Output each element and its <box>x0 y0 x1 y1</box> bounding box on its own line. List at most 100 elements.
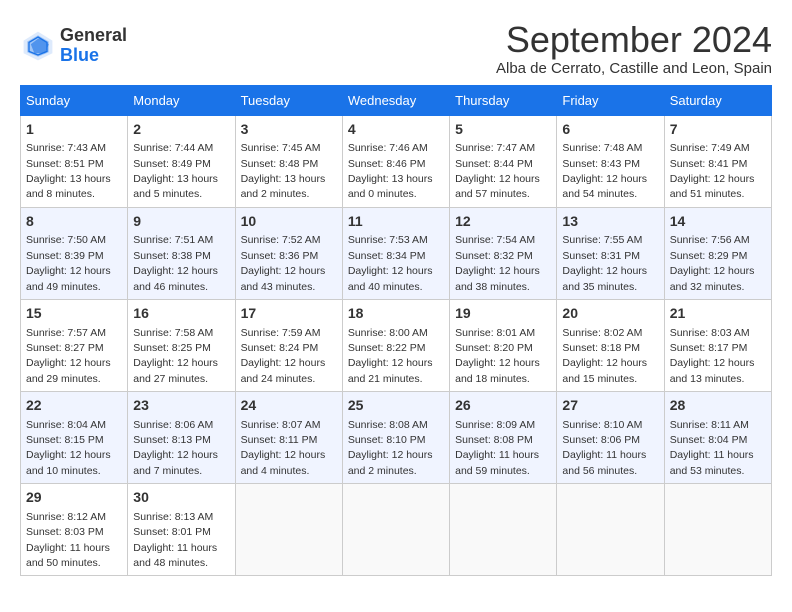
sunset-time: Sunset: 8:32 PM <box>455 250 533 262</box>
sunset-time: Sunset: 8:13 PM <box>133 434 211 446</box>
daylight-hours: Daylight: 12 hours and 38 minutes. <box>455 265 540 292</box>
calendar-cell: 22 Sunrise: 8:04 AM Sunset: 8:15 PM Dayl… <box>21 392 128 484</box>
calendar-cell: 3 Sunrise: 7:45 AM Sunset: 8:48 PM Dayli… <box>235 115 342 207</box>
month-title: September 2024 <box>496 20 772 60</box>
daylight-hours: Daylight: 12 hours and 54 minutes. <box>562 173 647 200</box>
day-number: 22 <box>26 396 122 416</box>
day-number: 29 <box>26 488 122 508</box>
sunrise-time: Sunrise: 7:59 AM <box>241 327 321 339</box>
calendar-cell: 19 Sunrise: 8:01 AM Sunset: 8:20 PM Dayl… <box>450 299 557 391</box>
calendar-cell: 25 Sunrise: 8:08 AM Sunset: 8:10 PM Dayl… <box>342 392 449 484</box>
sunrise-time: Sunrise: 8:08 AM <box>348 419 428 431</box>
col-wednesday: Wednesday <box>342 85 449 115</box>
calendar-cell: 18 Sunrise: 8:00 AM Sunset: 8:22 PM Dayl… <box>342 299 449 391</box>
day-number: 20 <box>562 304 658 324</box>
sunrise-time: Sunrise: 8:12 AM <box>26 511 106 523</box>
sunset-time: Sunset: 8:06 PM <box>562 434 640 446</box>
col-tuesday: Tuesday <box>235 85 342 115</box>
col-monday: Monday <box>128 85 235 115</box>
page-header: General Blue September 2024 Alba de Cerr… <box>20 20 772 77</box>
day-number: 5 <box>455 120 551 140</box>
day-number: 13 <box>562 212 658 232</box>
calendar-cell: 28 Sunrise: 8:11 AM Sunset: 8:04 PM Dayl… <box>664 392 771 484</box>
calendar-cell: 9 Sunrise: 7:51 AM Sunset: 8:38 PM Dayli… <box>128 207 235 299</box>
daylight-hours: Daylight: 12 hours and 24 minutes. <box>241 357 326 384</box>
sunset-time: Sunset: 8:49 PM <box>133 158 211 170</box>
calendar-week-row: 29 Sunrise: 8:12 AM Sunset: 8:03 PM Dayl… <box>21 484 772 576</box>
calendar-cell: 13 Sunrise: 7:55 AM Sunset: 8:31 PM Dayl… <box>557 207 664 299</box>
sunrise-time: Sunrise: 7:54 AM <box>455 234 535 246</box>
logo-blue: Blue <box>60 46 127 66</box>
sunset-time: Sunset: 8:36 PM <box>241 250 319 262</box>
sunset-time: Sunset: 8:51 PM <box>26 158 104 170</box>
sunset-time: Sunset: 8:43 PM <box>562 158 640 170</box>
daylight-hours: Daylight: 12 hours and 2 minutes. <box>348 449 433 476</box>
sunrise-time: Sunrise: 7:58 AM <box>133 327 213 339</box>
sunset-time: Sunset: 8:10 PM <box>348 434 426 446</box>
daylight-hours: Daylight: 11 hours and 56 minutes. <box>562 449 646 476</box>
calendar-cell: 21 Sunrise: 8:03 AM Sunset: 8:17 PM Dayl… <box>664 299 771 391</box>
calendar-cell: 11 Sunrise: 7:53 AM Sunset: 8:34 PM Dayl… <box>342 207 449 299</box>
daylight-hours: Daylight: 12 hours and 7 minutes. <box>133 449 218 476</box>
day-number: 28 <box>670 396 766 416</box>
calendar-cell <box>557 484 664 576</box>
sunset-time: Sunset: 8:39 PM <box>26 250 104 262</box>
daylight-hours: Daylight: 12 hours and 29 minutes. <box>26 357 111 384</box>
sunset-time: Sunset: 8:24 PM <box>241 342 319 354</box>
location: Alba de Cerrato, Castille and Leon, Spai… <box>496 60 772 77</box>
sunrise-time: Sunrise: 7:45 AM <box>241 142 321 154</box>
sunrise-time: Sunrise: 7:49 AM <box>670 142 750 154</box>
calendar-table: Sunday Monday Tuesday Wednesday Thursday… <box>20 85 772 577</box>
col-sunday: Sunday <box>21 85 128 115</box>
daylight-hours: Daylight: 12 hours and 32 minutes. <box>670 265 755 292</box>
day-number: 17 <box>241 304 337 324</box>
day-number: 12 <box>455 212 551 232</box>
logo-icon <box>20 28 56 64</box>
day-number: 2 <box>133 120 229 140</box>
day-number: 9 <box>133 212 229 232</box>
day-number: 10 <box>241 212 337 232</box>
daylight-hours: Daylight: 11 hours and 50 minutes. <box>26 542 110 569</box>
day-number: 15 <box>26 304 122 324</box>
col-saturday: Saturday <box>664 85 771 115</box>
sunrise-time: Sunrise: 8:01 AM <box>455 327 535 339</box>
day-number: 27 <box>562 396 658 416</box>
sunrise-time: Sunrise: 8:06 AM <box>133 419 213 431</box>
title-block: September 2024 Alba de Cerrato, Castille… <box>496 20 772 77</box>
day-number: 26 <box>455 396 551 416</box>
sunset-time: Sunset: 8:31 PM <box>562 250 640 262</box>
daylight-hours: Daylight: 12 hours and 18 minutes. <box>455 357 540 384</box>
sunrise-time: Sunrise: 7:46 AM <box>348 142 428 154</box>
calendar-cell <box>664 484 771 576</box>
sunset-time: Sunset: 8:41 PM <box>670 158 748 170</box>
calendar-week-row: 8 Sunrise: 7:50 AM Sunset: 8:39 PM Dayli… <box>21 207 772 299</box>
sunset-time: Sunset: 8:01 PM <box>133 526 211 538</box>
calendar-cell: 26 Sunrise: 8:09 AM Sunset: 8:08 PM Dayl… <box>450 392 557 484</box>
daylight-hours: Daylight: 13 hours and 2 minutes. <box>241 173 326 200</box>
daylight-hours: Daylight: 12 hours and 15 minutes. <box>562 357 647 384</box>
sunrise-time: Sunrise: 7:52 AM <box>241 234 321 246</box>
calendar-cell: 30 Sunrise: 8:13 AM Sunset: 8:01 PM Dayl… <box>128 484 235 576</box>
day-number: 1 <box>26 120 122 140</box>
daylight-hours: Daylight: 12 hours and 43 minutes. <box>241 265 326 292</box>
day-number: 21 <box>670 304 766 324</box>
sunset-time: Sunset: 8:15 PM <box>26 434 104 446</box>
calendar-week-row: 22 Sunrise: 8:04 AM Sunset: 8:15 PM Dayl… <box>21 392 772 484</box>
sunrise-time: Sunrise: 7:44 AM <box>133 142 213 154</box>
calendar-cell: 7 Sunrise: 7:49 AM Sunset: 8:41 PM Dayli… <box>664 115 771 207</box>
sunrise-time: Sunrise: 8:02 AM <box>562 327 642 339</box>
sunrise-time: Sunrise: 7:48 AM <box>562 142 642 154</box>
daylight-hours: Daylight: 12 hours and 49 minutes. <box>26 265 111 292</box>
calendar-cell: 14 Sunrise: 7:56 AM Sunset: 8:29 PM Dayl… <box>664 207 771 299</box>
sunrise-time: Sunrise: 7:53 AM <box>348 234 428 246</box>
day-number: 3 <box>241 120 337 140</box>
sunrise-time: Sunrise: 7:55 AM <box>562 234 642 246</box>
logo-general: General <box>60 26 127 46</box>
sunset-time: Sunset: 8:04 PM <box>670 434 748 446</box>
day-number: 30 <box>133 488 229 508</box>
daylight-hours: Daylight: 12 hours and 57 minutes. <box>455 173 540 200</box>
calendar-week-row: 1 Sunrise: 7:43 AM Sunset: 8:51 PM Dayli… <box>21 115 772 207</box>
day-number: 18 <box>348 304 444 324</box>
calendar-cell: 15 Sunrise: 7:57 AM Sunset: 8:27 PM Dayl… <box>21 299 128 391</box>
calendar-cell: 4 Sunrise: 7:46 AM Sunset: 8:46 PM Dayli… <box>342 115 449 207</box>
